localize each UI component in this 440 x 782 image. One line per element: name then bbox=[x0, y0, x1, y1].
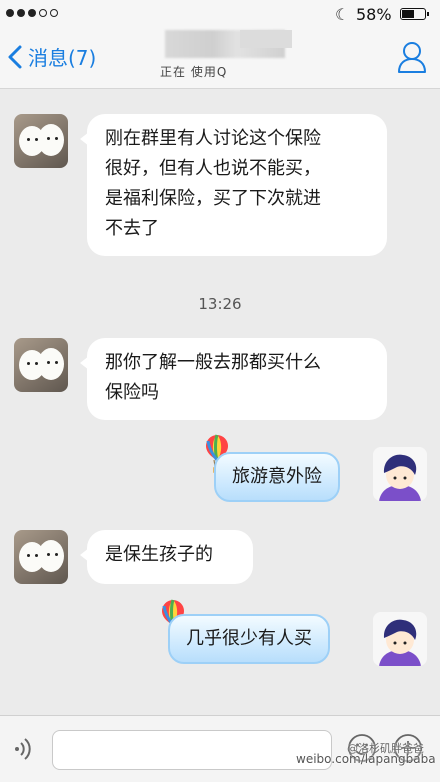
signal-strength-icon bbox=[6, 9, 58, 17]
back-button[interactable]: 消息(7) bbox=[6, 42, 96, 71]
message-line: 不去了 bbox=[105, 218, 159, 239]
back-label: 消息(7) bbox=[28, 46, 97, 70]
message-timestamp: 13:26 bbox=[198, 295, 242, 313]
chevron-left-icon bbox=[8, 45, 22, 68]
message-line: 很好，但有人也说不能买， bbox=[105, 158, 321, 179]
conversation-title-blurred-2 bbox=[240, 30, 292, 48]
my-avatar[interactable] bbox=[373, 447, 427, 501]
nav-bar: 消息(7) 正在 使用Q bbox=[0, 30, 440, 88]
message-bubble-incoming[interactable]: 刚在群里有人讨论这个保险 很好，但有人也说不能买， 是福利保险，买了下次就进 不… bbox=[80, 114, 387, 256]
watermark-url: weibo.com/lapangbaba bbox=[296, 752, 436, 766]
person-icon[interactable] bbox=[396, 40, 428, 74]
cartoon-boy-icon bbox=[373, 612, 427, 666]
status-bar: ☾ 58% bbox=[0, 0, 440, 30]
message-line: 是福利保险，买了下次就进 bbox=[105, 188, 321, 209]
message-bubble-outgoing[interactable]: 旅游意外险 bbox=[214, 452, 340, 502]
voice-icon[interactable] bbox=[10, 734, 40, 764]
battery-icon bbox=[400, 8, 429, 20]
cartoon-boy-icon bbox=[373, 447, 427, 501]
moon-icon: ☾ bbox=[335, 5, 350, 24]
message-bubble-outgoing[interactable]: 几乎很少有人买 bbox=[168, 614, 330, 664]
message-text: 几乎很少有人买 bbox=[186, 628, 312, 649]
message-input[interactable] bbox=[52, 730, 332, 770]
message-line: 刚在群里有人讨论这个保险 bbox=[105, 128, 321, 149]
battery-percentage: 58% bbox=[356, 5, 392, 24]
message-line: 那你了解一般去那都买什么 bbox=[105, 352, 321, 373]
contact-avatar[interactable] bbox=[14, 114, 68, 168]
contact-avatar[interactable] bbox=[14, 530, 68, 584]
message-bubble-incoming[interactable]: 是保生孩子的 bbox=[80, 530, 253, 584]
message-line: 保险吗 bbox=[105, 382, 159, 403]
my-avatar[interactable] bbox=[373, 612, 427, 666]
contact-avatar[interactable] bbox=[14, 338, 68, 392]
message-line: 是保生孩子的 bbox=[105, 544, 213, 565]
top-bar: ☾ 58% 消息(7) 正在 使用Q bbox=[0, 0, 440, 89]
message-text: 旅游意外险 bbox=[232, 466, 322, 487]
message-bubble-incoming[interactable]: 那你了解一般去那都买什么 保险吗 bbox=[80, 338, 387, 420]
conversation-subtitle: 正在 使用Q bbox=[160, 65, 228, 79]
